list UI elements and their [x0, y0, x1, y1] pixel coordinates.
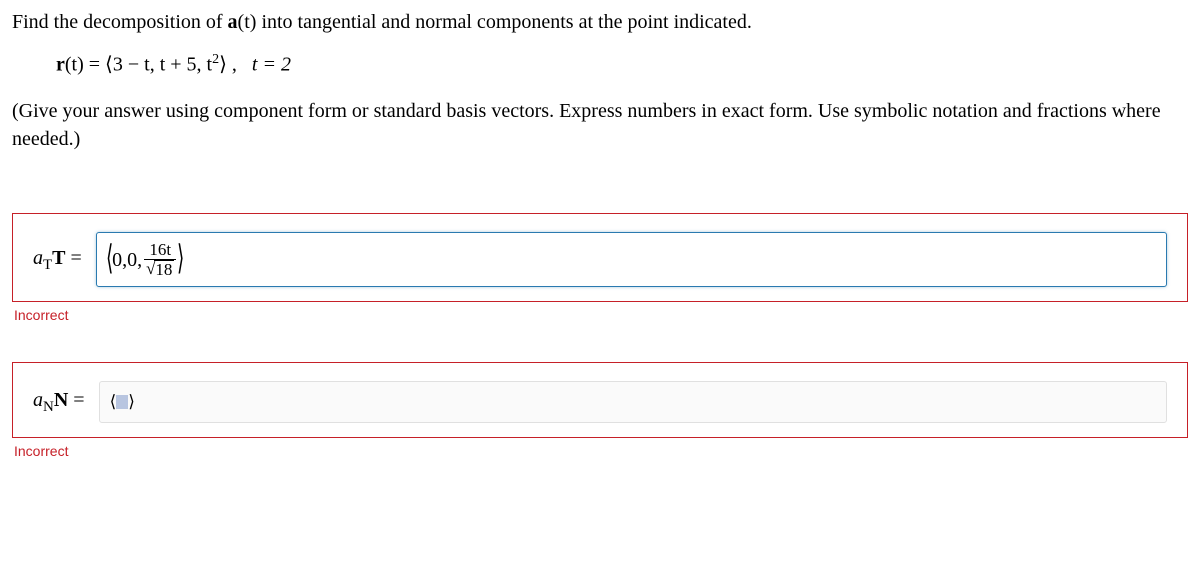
aT-num: 16t: [147, 241, 173, 259]
langle-icon: ⟨: [106, 249, 113, 269]
eq-comma: ,: [227, 54, 237, 76]
label-aN: aNN =: [33, 386, 85, 418]
prompt-post: into tangential and normal components at…: [256, 11, 751, 33]
aT-radicand: 18: [154, 260, 174, 279]
placeholder-icon: [116, 395, 128, 409]
input-aT[interactable]: ⟨ 0,0, 16t √18 ⟩: [96, 232, 1167, 288]
label-aT: aTT =: [33, 244, 82, 276]
eq-body: 3 − t, t + 5, t: [113, 54, 212, 76]
eq-r: r: [56, 54, 65, 76]
equation-definition: r(t) = ⟨3 − t, t + 5, t2⟩ , t = 2: [12, 50, 1188, 79]
input-aN[interactable]: ⟨⟩: [99, 381, 1167, 423]
question-prompt: Find the decomposition of a(t) into tang…: [12, 8, 1188, 36]
aT-fraction: 16t √18: [144, 241, 176, 279]
prompt-pre: Find the decomposition of: [12, 11, 228, 33]
feedback-incorrect-2: Incorrect: [14, 442, 1188, 462]
instruction-text: (Give your answer using component form o…: [12, 97, 1188, 153]
sqrt-icon: √18: [146, 260, 174, 279]
rangle-icon: ⟩: [177, 249, 184, 269]
eq-rangle: ⟩: [219, 54, 227, 76]
answer-box-aT: aTT = ⟨ 0,0, 16t √18 ⟩: [12, 213, 1188, 303]
eq-langle: ⟨: [105, 54, 113, 76]
eq-t: t = 2: [252, 54, 291, 76]
eq-r-arg: (t) =: [65, 54, 105, 76]
feedback-incorrect-1: Incorrect: [14, 306, 1188, 326]
prompt-bold-a: a: [228, 11, 238, 33]
prompt-arg: (t): [238, 11, 257, 33]
answer-box-aN: aNN = ⟨⟩: [12, 362, 1188, 438]
aT-prefix: 0,0,: [112, 246, 142, 274]
